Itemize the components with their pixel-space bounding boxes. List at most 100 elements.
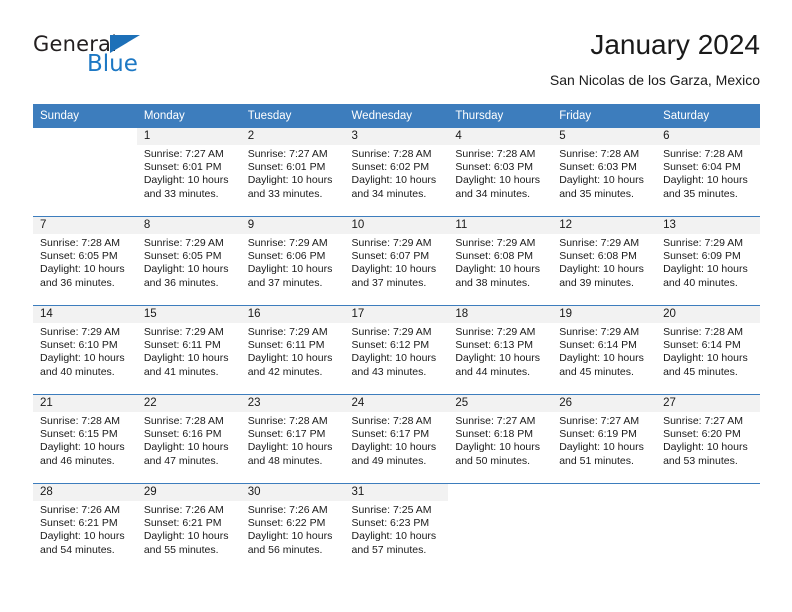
day-number: 11	[448, 217, 553, 234]
sunrise-time: Sunrise: 7:28 AM	[663, 148, 744, 160]
sunset-time: Sunset: 6:10 PM	[40, 339, 118, 352]
calendar-cell-day[interactable]: 15 Sunrise: 7:29 AM Sunset: 6:11 PM Dayligh…	[136, 305, 241, 395]
calendar-cell-day[interactable]: 23 Sunrise: 7:28 AM Sunset: 6:17 PM Dayligh…	[240, 394, 345, 484]
day-number: 31	[344, 484, 449, 501]
day-details: Sunrise: 7:28 AM Sunset: 6:03 PM Daylight:…	[552, 145, 656, 201]
day-details: Sunrise: 7:28 AM Sunset: 6:14 PM Daylight:…	[656, 323, 760, 379]
calendar-cell-day[interactable]: 9 Sunrise: 7:29 AM Sunset: 6:06 PM Daylight…	[240, 216, 345, 306]
day-number: 23	[240, 395, 345, 412]
calendar-cell-day[interactable]: 4 Sunrise: 7:28 AM Sunset: 6:03 PM Daylight…	[448, 128, 553, 217]
calendar-header-row: Sunday Monday Tuesday Wednesday Thursday Frid…	[33, 104, 760, 128]
day-number	[33, 128, 137, 145]
calendar-week-row: 28 Sunrise: 7:26 AM Sunset: 6:21 PM Dayligh…	[33, 484, 760, 573]
weekday-header-tuesday: Tuesday	[240, 104, 345, 128]
sunrise-time: Sunrise: 7:28 AM	[40, 237, 120, 249]
calendar-cell-day[interactable]: 22 Sunrise: 7:28 AM Sunset: 6:16 PM Dayligh…	[136, 394, 241, 484]
calendar-cell-day[interactable]: 18 Sunrise: 7:29 AM Sunset: 6:13 PM Dayligh…	[448, 305, 553, 395]
sunset-time: Sunset: 6:19 PM	[559, 428, 637, 441]
weekday-header-sunday: Sunday	[33, 104, 137, 128]
day-number: 9	[240, 217, 345, 234]
sunset-time: Sunset: 6:15 PM	[40, 428, 118, 441]
general-blue-logo[interactable]: General Blue	[33, 32, 253, 90]
sunset-time: Sunset: 6:13 PM	[455, 339, 534, 352]
calendar-cell-day[interactable]: 20 Sunrise: 7:28 AM Sunset: 6:14 PM Dayligh…	[656, 305, 760, 395]
daylight-duration: Daylight: 10 hours and 34 minutes.	[455, 174, 541, 200]
sunset-time: Sunset: 6:06 PM	[247, 250, 326, 263]
weekday-header-friday: Friday	[552, 104, 657, 128]
calendar-cell-day[interactable]: 24 Sunrise: 7:28 AM Sunset: 6:17 PM Dayligh…	[344, 394, 449, 484]
calendar-cell-day[interactable]: 26 Sunrise: 7:27 AM Sunset: 6:19 PM Dayligh…	[552, 394, 657, 484]
sunset-time: Sunset: 6:16 PM	[143, 428, 222, 441]
weekday-header-saturday: Saturday	[656, 104, 760, 128]
calendar-cell-day[interactable]: 6 Sunrise: 7:28 AM Sunset: 6:04 PM Daylight…	[656, 128, 760, 217]
daylight-duration: Daylight: 10 hours and 35 minutes.	[559, 174, 644, 200]
daylight-duration: Daylight: 10 hours and 36 minutes.	[40, 263, 125, 289]
calendar-cell-day[interactable]: 21 Sunrise: 7:28 AM Sunset: 6:15 PM Dayligh…	[33, 394, 137, 484]
sunrise-time: Sunrise: 7:25 AM	[351, 504, 432, 516]
sunset-time: Sunset: 6:14 PM	[559, 339, 637, 352]
page-header: General Blue January 2024 San Nicolas de…	[33, 28, 760, 98]
calendar-cell-day[interactable]: 25 Sunrise: 7:27 AM Sunset: 6:18 PM Dayligh…	[448, 394, 553, 484]
sunrise-time: Sunrise: 7:28 AM	[40, 415, 120, 427]
daylight-duration: Daylight: 10 hours and 43 minutes.	[351, 352, 437, 378]
day-number: 16	[240, 306, 345, 323]
day-details: Sunrise: 7:25 AM Sunset: 6:23 PM Daylight:…	[345, 501, 449, 557]
sunset-time: Sunset: 6:14 PM	[663, 339, 741, 352]
calendar-cell-day[interactable]: 29 Sunrise: 7:26 AM Sunset: 6:21 PM Dayligh…	[136, 484, 241, 573]
daylight-duration: Daylight: 10 hours and 40 minutes.	[663, 263, 748, 289]
day-details: Sunrise: 7:28 AM Sunset: 6:17 PM Daylight:…	[345, 412, 449, 468]
calendar-cell-day[interactable]: 1 Sunrise: 7:27 AM Sunset: 6:01 PM Daylight…	[136, 128, 241, 217]
sunrise-time: Sunrise: 7:26 AM	[40, 504, 120, 516]
day-details: Sunrise: 7:26 AM Sunset: 6:21 PM Daylight:…	[137, 501, 241, 557]
calendar-cell-day[interactable]: 12 Sunrise: 7:29 AM Sunset: 6:08 PM Dayligh…	[552, 216, 657, 306]
sunrise-time: Sunrise: 7:28 AM	[351, 415, 432, 427]
calendar-cell-empty	[448, 484, 553, 572]
day-number: 12	[552, 217, 657, 234]
calendar-cell-day[interactable]: 11 Sunrise: 7:29 AM Sunset: 6:08 PM Dayligh…	[448, 216, 553, 306]
daylight-duration: Daylight: 10 hours and 54 minutes.	[40, 530, 125, 556]
calendar-table: Sunday Monday Tuesday Wednesday Thursday Frid…	[33, 104, 760, 572]
calendar-cell-day[interactable]: 5 Sunrise: 7:28 AM Sunset: 6:03 PM Daylight…	[552, 128, 657, 217]
calendar-cell-day[interactable]: 3 Sunrise: 7:28 AM Sunset: 6:02 PM Daylight…	[344, 128, 449, 217]
calendar-cell-day[interactable]: 14 Sunrise: 7:29 AM Sunset: 6:10 PM Dayligh…	[33, 305, 137, 395]
sunset-time: Sunset: 6:05 PM	[143, 250, 222, 263]
calendar-cell-day[interactable]: 31 Sunrise: 7:25 AM Sunset: 6:23 PM Dayligh…	[344, 484, 449, 573]
sunrise-time: Sunrise: 7:27 AM	[559, 415, 640, 427]
sunset-time: Sunset: 6:08 PM	[455, 250, 534, 263]
sunrise-time: Sunrise: 7:29 AM	[455, 237, 536, 249]
calendar-cell-day[interactable]: 10 Sunrise: 7:29 AM Sunset: 6:07 PM Dayligh…	[344, 216, 449, 306]
calendar-cell-empty	[33, 128, 137, 217]
day-number: 19	[552, 306, 657, 323]
calendar-cell-day[interactable]: 8 Sunrise: 7:29 AM Sunset: 6:05 PM Daylight…	[136, 216, 241, 306]
calendar-page: General Blue January 2024 San Nicolas de…	[0, 0, 792, 612]
daylight-duration: Daylight: 10 hours and 34 minutes.	[351, 174, 437, 200]
day-number: 1	[136, 128, 241, 145]
calendar-cell-day[interactable]: 28 Sunrise: 7:26 AM Sunset: 6:21 PM Dayligh…	[33, 484, 137, 573]
calendar-cell-day[interactable]: 2 Sunrise: 7:27 AM Sunset: 6:01 PM Daylight…	[240, 128, 345, 217]
day-number: 8	[136, 217, 241, 234]
calendar-cell-day[interactable]: 30 Sunrise: 7:26 AM Sunset: 6:22 PM Dayligh…	[240, 484, 345, 573]
sunrise-time: Sunrise: 7:29 AM	[143, 326, 224, 338]
calendar-cell-day[interactable]: 17 Sunrise: 7:29 AM Sunset: 6:12 PM Dayligh…	[344, 305, 449, 395]
calendar-cell-day[interactable]: 13 Sunrise: 7:29 AM Sunset: 6:09 PM Dayligh…	[656, 216, 760, 306]
day-number: 7	[33, 217, 137, 234]
sunset-time: Sunset: 6:01 PM	[143, 161, 222, 174]
day-number: 29	[136, 484, 241, 501]
daylight-duration: Daylight: 10 hours and 36 minutes.	[143, 263, 229, 289]
sunrise-time: Sunrise: 7:26 AM	[247, 504, 328, 516]
day-number: 27	[656, 395, 760, 412]
day-details: Sunrise: 7:27 AM Sunset: 6:01 PM Daylight:…	[137, 145, 241, 201]
day-number: 14	[33, 306, 137, 323]
calendar-cell-day[interactable]: 16 Sunrise: 7:29 AM Sunset: 6:11 PM Dayligh…	[240, 305, 345, 395]
calendar-cell-day[interactable]: 27 Sunrise: 7:27 AM Sunset: 6:20 PM Dayligh…	[656, 394, 760, 484]
daylight-duration: Daylight: 10 hours and 57 minutes.	[351, 530, 437, 556]
day-number: 28	[33, 484, 137, 501]
calendar-cell-day[interactable]: 19 Sunrise: 7:29 AM Sunset: 6:14 PM Dayligh…	[552, 305, 657, 395]
day-number: 24	[344, 395, 449, 412]
day-details: Sunrise: 7:29 AM Sunset: 6:09 PM Daylight:…	[656, 234, 760, 290]
sunset-time: Sunset: 6:11 PM	[143, 339, 221, 352]
daylight-duration: Daylight: 10 hours and 48 minutes.	[247, 441, 333, 467]
sunrise-time: Sunrise: 7:29 AM	[559, 237, 640, 249]
day-details: Sunrise: 7:26 AM Sunset: 6:21 PM Daylight:…	[33, 501, 137, 557]
calendar-cell-day[interactable]: 7 Sunrise: 7:28 AM Sunset: 6:05 PM Daylight…	[33, 216, 137, 306]
